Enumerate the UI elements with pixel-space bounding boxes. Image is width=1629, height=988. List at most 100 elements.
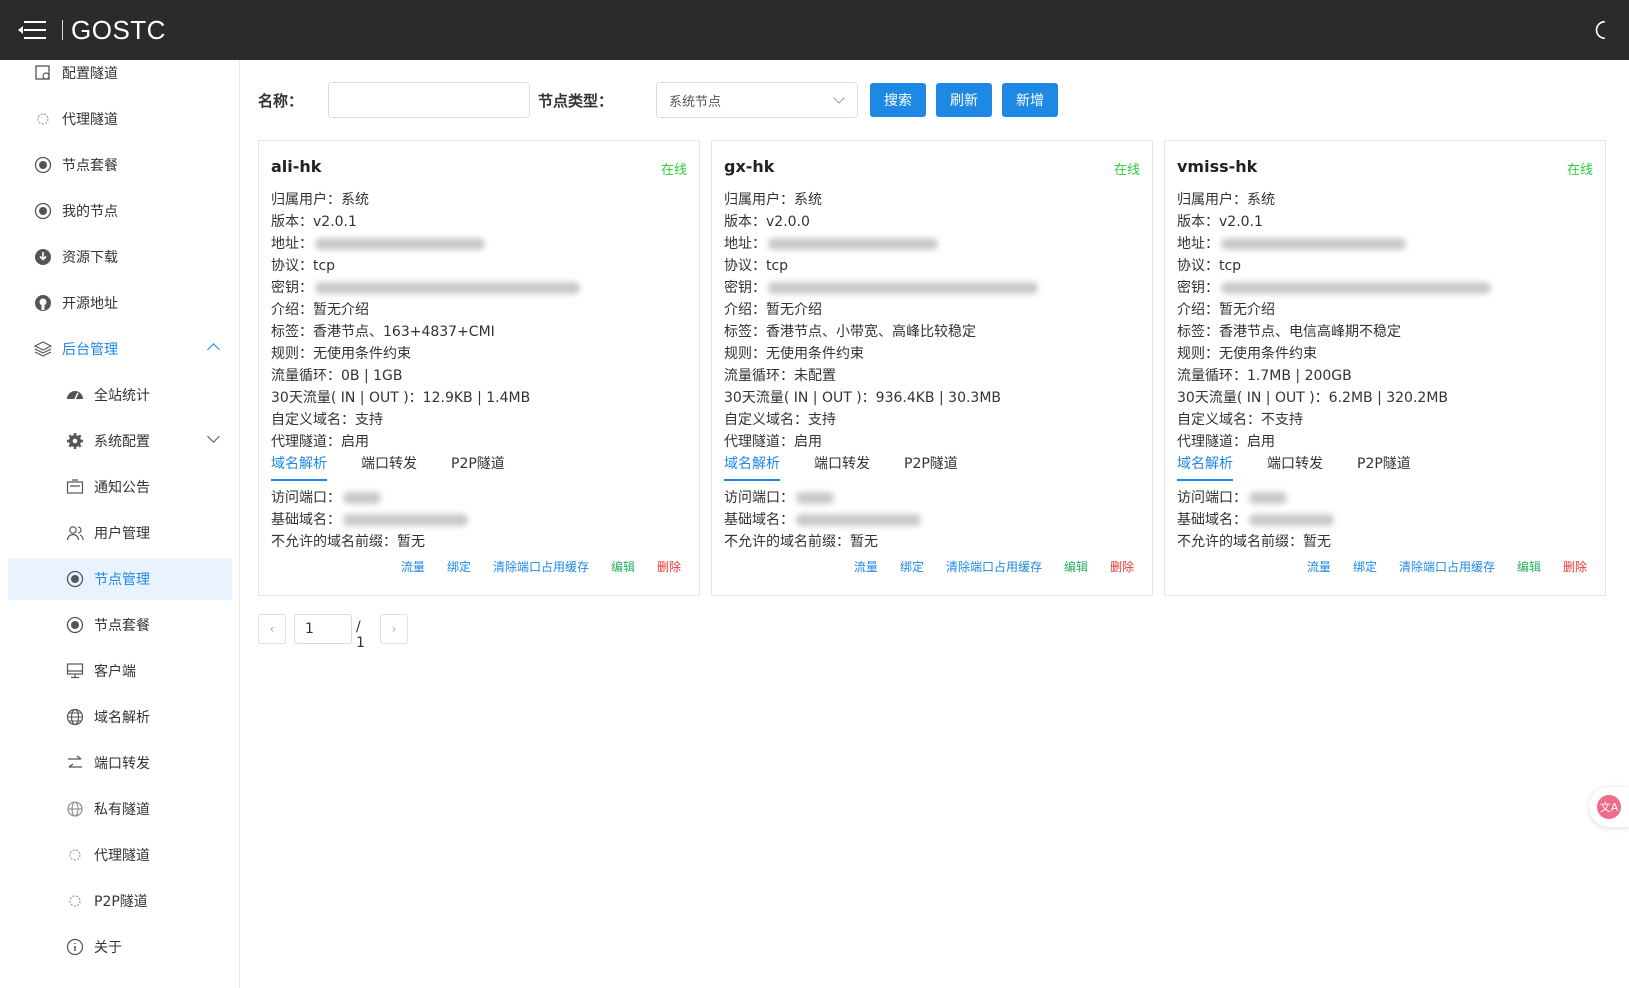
page-input[interactable]: 1 <box>294 614 352 644</box>
globe-icon <box>66 708 84 726</box>
refresh-button[interactable]: 刷新 <box>936 83 992 117</box>
secret-row: 密钥： <box>724 277 1038 297</box>
proxy-tunnel-text: 代理隧道：启用 <box>1177 434 1275 450</box>
access-port-label: 访问端口： <box>271 490 341 506</box>
delete-button[interactable]: 删除 <box>1110 558 1134 575</box>
rules-text: 规则：无使用条件约束 <box>271 346 411 362</box>
sidebar-item-downloads[interactable]: 资源下载 <box>8 236 232 278</box>
status-badge: 在线 <box>1113 163 1140 178</box>
custom-domain-text: 自定义域名：不支持 <box>1177 412 1303 428</box>
chevron-down-icon <box>833 92 845 104</box>
traffic-button[interactable]: 流量 <box>854 558 878 575</box>
address-label: 地址： <box>1177 236 1219 252</box>
tab-port-forward[interactable]: 端口转发 <box>361 453 417 481</box>
protocol-text: 协议：tcp <box>271 258 336 274</box>
status-badge: 在线 <box>660 163 687 178</box>
cycle-text: 流量循环：1.7MB | 200GB <box>1177 368 1352 384</box>
sidebar-item-open-source[interactable]: 开源地址 <box>8 282 232 324</box>
clear-port-cache-button[interactable]: 清除端口占用缓存 <box>946 558 1042 575</box>
rules-text: 规则：无使用条件约束 <box>1177 346 1317 362</box>
card-tabs: 域名解析 端口转发 P2P隧道 <box>1177 453 1445 481</box>
base-domain-row: 基础域名： <box>724 509 921 529</box>
traffic-button[interactable]: 流量 <box>401 558 425 575</box>
sidebar-item-label: 域名解析 <box>94 710 150 726</box>
search-button[interactable]: 搜索 <box>870 83 926 117</box>
status-badge: 在线 <box>1566 163 1593 178</box>
sidebar-item-domain-resolve[interactable]: 域名解析 <box>8 696 232 738</box>
tab-p2p[interactable]: P2P隧道 <box>904 453 958 481</box>
edit-button[interactable]: 编辑 <box>1064 558 1088 575</box>
menu-toggle-icon[interactable] <box>18 19 46 41</box>
swap-icon <box>66 754 84 772</box>
download-icon <box>34 248 52 266</box>
users-icon <box>66 524 84 542</box>
redacted-domain <box>343 514 468 526</box>
bind-button[interactable]: 绑定 <box>1353 558 1377 575</box>
delete-button[interactable]: 删除 <box>657 558 681 575</box>
sidebar-item-node-package[interactable]: 节点套餐 <box>8 144 232 186</box>
sidebar-item-notices[interactable]: 通知公告 <box>8 466 232 508</box>
sidebar-item-my-nodes[interactable]: 我的节点 <box>8 190 232 232</box>
sidebar-item-node-management[interactable]: 节点管理 <box>8 558 232 600</box>
sidebar-item-label: 节点套餐 <box>62 158 118 174</box>
sidebar-item-site-stats[interactable]: 全站统计 <box>8 374 232 416</box>
dashboard-icon <box>66 386 84 404</box>
clear-port-cache-button[interactable]: 清除端口占用缓存 <box>493 558 589 575</box>
redacted-address <box>1221 238 1406 250</box>
sidebar-item-port-forward[interactable]: 端口转发 <box>8 742 232 784</box>
delete-button[interactable]: 删除 <box>1563 558 1587 575</box>
tab-p2p[interactable]: P2P隧道 <box>451 453 505 481</box>
version-text: 版本：v2.0.1 <box>271 214 357 230</box>
cycle-text: 流量循环：0B | 1GB <box>271 368 403 384</box>
sidebar-item-node-packages-admin[interactable]: 节点套餐 <box>8 604 232 646</box>
tab-domain-resolve[interactable]: 域名解析 <box>271 453 327 481</box>
node-type-select[interactable]: 系统节点 <box>656 82 858 118</box>
sidebar-item-admin[interactable]: 后台管理 <box>8 328 232 370</box>
sidebar-item-config-tunnel[interactable]: 配置隧道 <box>8 60 232 94</box>
github-icon <box>34 294 52 312</box>
add-button[interactable]: 新增 <box>1002 83 1058 117</box>
version-text: 版本：v2.0.1 <box>1177 214 1263 230</box>
access-port-row: 访问端口： <box>724 487 834 507</box>
notice-icon <box>66 478 84 496</box>
address-row: 地址： <box>271 233 485 253</box>
bind-button[interactable]: 绑定 <box>900 558 924 575</box>
sidebar-item-label: 开源地址 <box>62 296 118 312</box>
sidebar-item-proxy-tunnel[interactable]: 代理隧道 <box>8 98 232 140</box>
traffic-text: 30天流量( IN | OUT )：12.9KB | 1.4MB <box>271 390 531 406</box>
name-input[interactable] <box>328 82 530 118</box>
sidebar-item-system-config[interactable]: 系统配置 <box>8 420 232 462</box>
tags-text: 标签：香港节点、电信高峰期不稳定 <box>1177 324 1401 340</box>
tab-domain-resolve[interactable]: 域名解析 <box>1177 453 1233 481</box>
edit-button[interactable]: 编辑 <box>1517 558 1541 575</box>
tab-port-forward[interactable]: 端口转发 <box>814 453 870 481</box>
tab-p2p[interactable]: P2P隧道 <box>1357 453 1411 481</box>
clear-port-cache-button[interactable]: 清除端口占用缓存 <box>1399 558 1495 575</box>
bind-button[interactable]: 绑定 <box>447 558 471 575</box>
address-row: 地址： <box>1177 233 1406 253</box>
card-tabs: 域名解析 端口转发 P2P隧道 <box>271 453 539 481</box>
sidebar-item-private-tunnel[interactable]: 私有隧道 <box>8 788 232 830</box>
sidebar-item-about[interactable]: 关于 <box>8 926 232 968</box>
edit-button[interactable]: 编辑 <box>611 558 635 575</box>
tab-domain-resolve[interactable]: 域名解析 <box>724 453 780 481</box>
sidebar-item-p2p-tunnel[interactable]: P2P隧道 <box>8 880 232 922</box>
sidebar-item-label: 用户管理 <box>94 526 150 542</box>
redacted-address <box>768 238 938 250</box>
sidebar-item-proxy-tunnel-admin[interactable]: 代理隧道 <box>8 834 232 876</box>
redacted-secret <box>1221 282 1491 294</box>
node-name: ali-hk <box>271 157 322 176</box>
sidebar-item-users[interactable]: 用户管理 <box>8 512 232 554</box>
forbidden-prefix-text: 不允许的域名前缀：暂无 <box>271 534 425 550</box>
traffic-button[interactable]: 流量 <box>1307 558 1331 575</box>
redacted-domain <box>796 514 921 526</box>
package-icon <box>66 616 84 634</box>
sidebar-item-label: 系统配置 <box>94 434 150 450</box>
next-page-button[interactable]: › <box>380 614 408 644</box>
sidebar-item-clients[interactable]: 客户端 <box>8 650 232 692</box>
top-bar: GOSTC <box>0 0 1629 60</box>
translate-float-button[interactable]: 文A <box>1589 787 1629 827</box>
tab-port-forward[interactable]: 端口转发 <box>1267 453 1323 481</box>
moon-icon[interactable] <box>1591 19 1613 41</box>
prev-page-button[interactable]: ‹ <box>258 614 286 644</box>
